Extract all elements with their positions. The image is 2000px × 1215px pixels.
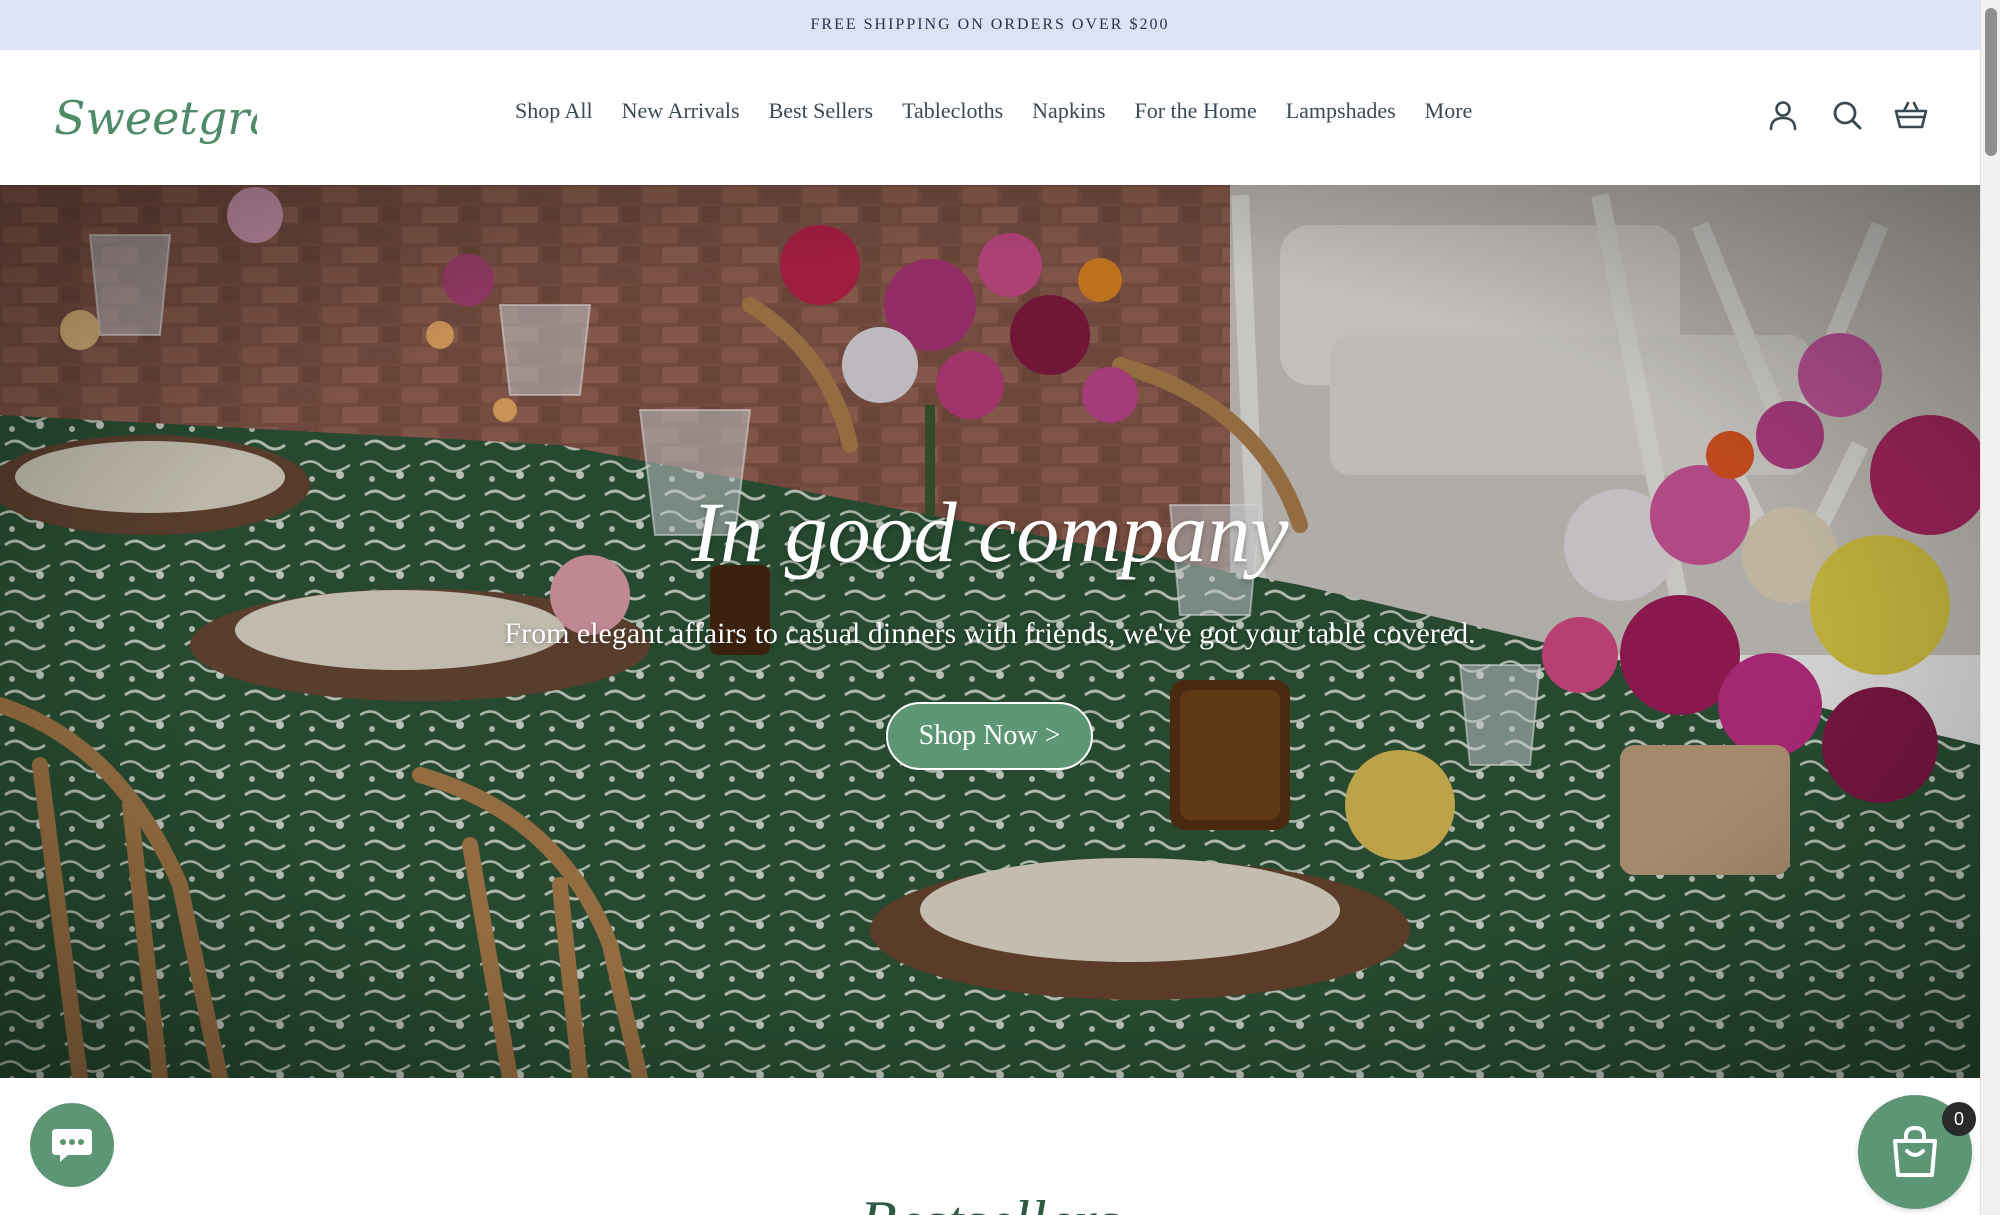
hero-subtitle: From elegant affairs to casual dinners w… <box>504 617 1476 650</box>
hero-title: In good company <box>691 484 1289 580</box>
nav-item-more[interactable]: More <box>1425 98 1473 124</box>
shopping-bag-icon <box>1893 1125 1937 1177</box>
nav-item-lampshades[interactable]: Lampshades <box>1286 98 1396 124</box>
hero-banner: In good company From elegant affairs to … <box>0 185 1980 1078</box>
page-scrollbar[interactable] <box>1980 0 2000 1215</box>
search-icon[interactable] <box>1830 98 1864 132</box>
account-icon[interactable] <box>1766 98 1800 132</box>
nav-item-napkins[interactable]: Napkins <box>1032 98 1105 124</box>
nav-item-tablecloths[interactable]: Tablecloths <box>902 98 1003 124</box>
chat-button[interactable] <box>30 1103 114 1187</box>
section-title: Bestsellers <box>0 1188 1980 1215</box>
scrollbar-thumb[interactable] <box>1985 8 1997 156</box>
header-icon-group <box>1766 98 1928 132</box>
svg-text:Sweetgrass: Sweetgrass <box>54 91 257 145</box>
brand-logo[interactable]: Sweetgrass <box>52 82 324 154</box>
announcement-text: FREE SHIPPING ON ORDERS OVER $200 <box>810 16 1170 33</box>
nav-item-for-the-home[interactable]: For the Home <box>1135 98 1257 124</box>
site-header: Sweetgrass Shop All New Arrivals Best Se… <box>0 50 1980 185</box>
nav-item-shop-all[interactable]: Shop All <box>515 98 593 124</box>
basket-icon[interactable] <box>1894 98 1928 132</box>
logo-wordmark: Sweetgrass <box>54 91 324 145</box>
announcement-bar: FREE SHIPPING ON ORDERS OVER $200 <box>0 0 1980 50</box>
nav-item-best-sellers[interactable]: Best Sellers <box>769 98 874 124</box>
shop-now-button[interactable]: Shop Now > <box>886 702 1093 770</box>
bestsellers-section: Bestsellers <box>0 1078 1980 1215</box>
nav-item-new-arrivals[interactable]: New Arrivals <box>622 98 740 124</box>
main-nav: Shop All New Arrivals Best Sellers Table… <box>515 98 1472 124</box>
chat-icon <box>52 1129 92 1162</box>
cart-count-badge: 0 <box>1942 1102 1976 1136</box>
